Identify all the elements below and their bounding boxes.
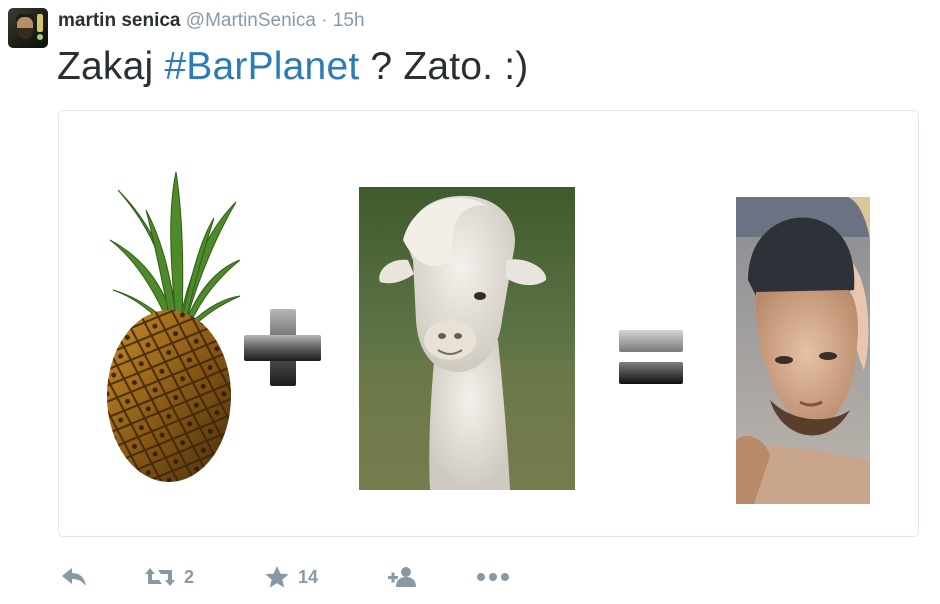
pineapple-image xyxy=(107,171,241,482)
star-icon xyxy=(264,565,290,589)
selfie-photo xyxy=(736,197,870,504)
timestamp[interactable]: 15h xyxy=(333,10,365,31)
tweet-text-after: ? Zato. :) xyxy=(359,45,529,88)
more-icon xyxy=(476,571,510,583)
reply-icon xyxy=(60,566,88,588)
retweet-button[interactable]: 2 xyxy=(144,560,194,594)
avatar-bottle-cap xyxy=(37,34,43,40)
avatar-bottle xyxy=(37,14,43,32)
follow-button[interactable] xyxy=(387,560,419,594)
media-card[interactable] xyxy=(58,110,919,537)
author-name[interactable]: martin senica xyxy=(58,10,181,31)
tweet-actions: 2 14 xyxy=(0,560,940,596)
follow-icon xyxy=(387,565,419,589)
alpaca-image xyxy=(359,187,575,490)
separator-dot: · xyxy=(321,10,328,31)
equals-sign xyxy=(619,330,683,384)
avatar[interactable] xyxy=(8,8,48,48)
avatar-beard xyxy=(17,28,33,39)
retweet-count: 2 xyxy=(184,566,195,587)
tweet-header: martin senica @MartinSenica · 15h xyxy=(58,9,365,33)
media-image xyxy=(107,171,870,504)
favorite-button[interactable]: 14 xyxy=(264,560,318,594)
more-button[interactable] xyxy=(476,560,510,594)
favorite-count: 14 xyxy=(298,566,319,587)
retweet-icon xyxy=(144,566,176,588)
author-handle[interactable]: @MartinSenica xyxy=(186,10,316,31)
reply-button[interactable] xyxy=(60,560,88,594)
hashtag-link[interactable]: #BarPlanet xyxy=(164,45,359,88)
tweet-text-before: Zakaj xyxy=(57,45,165,88)
tweet-text: Zakaj #BarPlanet ? Zato. :) xyxy=(57,41,528,93)
plus-sign xyxy=(244,309,321,386)
